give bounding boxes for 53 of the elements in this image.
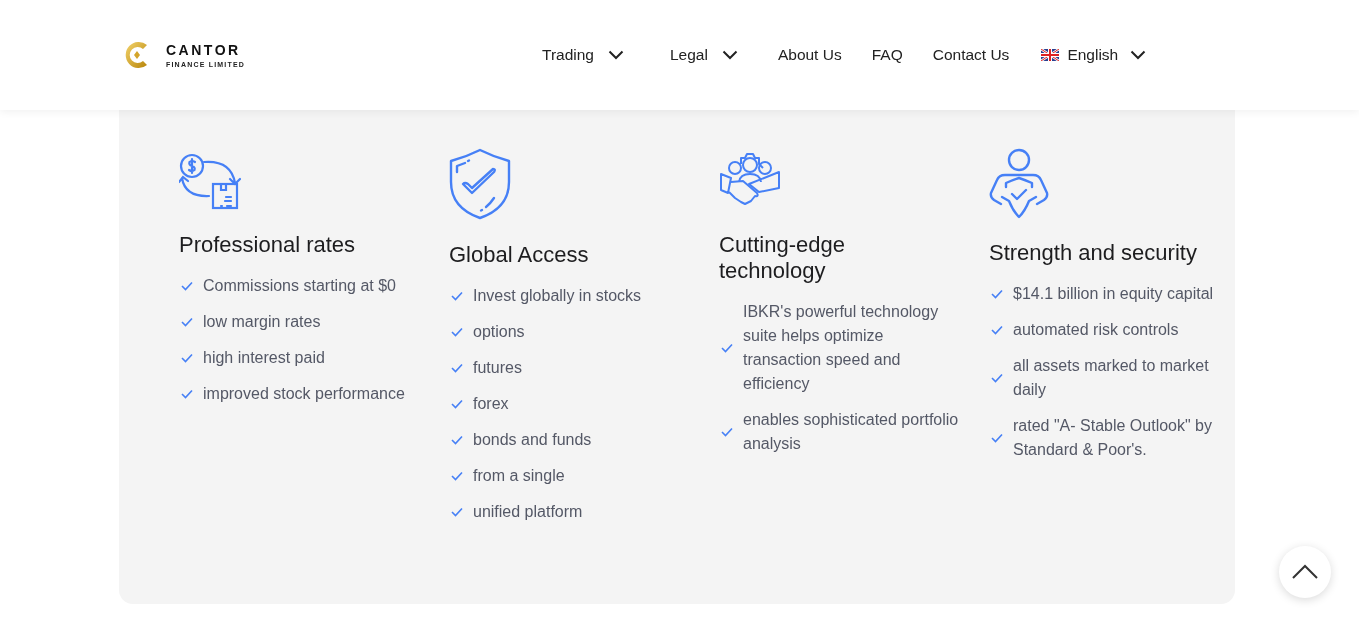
chevron-down-icon	[1130, 50, 1147, 60]
nav-link[interactable]: About Us	[777, 46, 842, 64]
feature-item: high interest paid	[203, 348, 325, 368]
check-icon	[451, 471, 463, 481]
language-selector[interactable]: English	[1041, 46, 1147, 64]
feature-title: Strength and security	[989, 240, 1198, 266]
check-icon	[181, 317, 193, 327]
check-icon	[451, 327, 463, 337]
check-icon	[451, 507, 463, 517]
check-icon	[991, 373, 1003, 383]
feature-item: from a single	[473, 466, 565, 486]
shield-check-icon	[449, 148, 511, 220]
check-icon	[721, 343, 733, 353]
person-shield-icon	[989, 148, 1049, 220]
chevron-down-icon	[721, 50, 738, 60]
feature-item: Commissions starting at $0	[203, 276, 396, 296]
feature-title: Global Access	[449, 242, 590, 268]
check-icon	[451, 291, 463, 301]
chevron-down-icon	[608, 50, 624, 60]
check-icon	[991, 289, 1003, 299]
check-icon	[181, 281, 193, 291]
feature-item: improved stock performance	[203, 384, 405, 404]
check-icon	[451, 363, 463, 373]
check-icon	[991, 325, 1003, 335]
check-icon	[181, 353, 193, 363]
nav-dropdown[interactable]: Legal	[670, 46, 738, 64]
feature-item: options	[473, 322, 525, 342]
feature-item: bonds and funds	[473, 430, 592, 450]
feature-item: Invest globally in stocks	[473, 286, 642, 306]
chevron-up-icon	[1291, 564, 1319, 580]
feature-title: Professional rates	[179, 232, 357, 258]
nav-dropdown[interactable]: Trading	[542, 46, 624, 64]
check-icon	[451, 399, 463, 409]
flag-icon	[1041, 49, 1060, 61]
feature-item: all assets marked to market daily	[1013, 356, 1210, 400]
check-icon	[991, 433, 1003, 443]
feature-item: enables sophisticated portfolio analysis	[743, 410, 960, 454]
feature-item: low margin rates	[203, 312, 321, 332]
feature-item: rated "A- Stable Outlook" by Standard & Poor's.	[1013, 416, 1213, 460]
nav-link[interactable]: Contact Us	[932, 46, 1010, 64]
check-icon	[721, 427, 733, 437]
feature-item: IBKR's powerful technology suite helps optimize transaction speed and efficiency	[743, 302, 940, 394]
feature-title: Cutting-edge technology	[719, 232, 846, 284]
nav-link[interactable]: FAQ	[871, 46, 903, 64]
check-icon	[451, 435, 463, 445]
logo-name: CANTOR	[166, 42, 242, 58]
feature-item: unified platform	[473, 502, 583, 522]
back-to-top-button[interactable]	[1279, 546, 1331, 598]
feature-item: forex	[473, 394, 509, 414]
feature-item: $14.1 billion in equity capital	[1013, 284, 1214, 304]
feature-item: futures	[473, 358, 522, 378]
check-icon	[181, 389, 193, 399]
feature-item: automated risk controls	[1013, 320, 1179, 340]
